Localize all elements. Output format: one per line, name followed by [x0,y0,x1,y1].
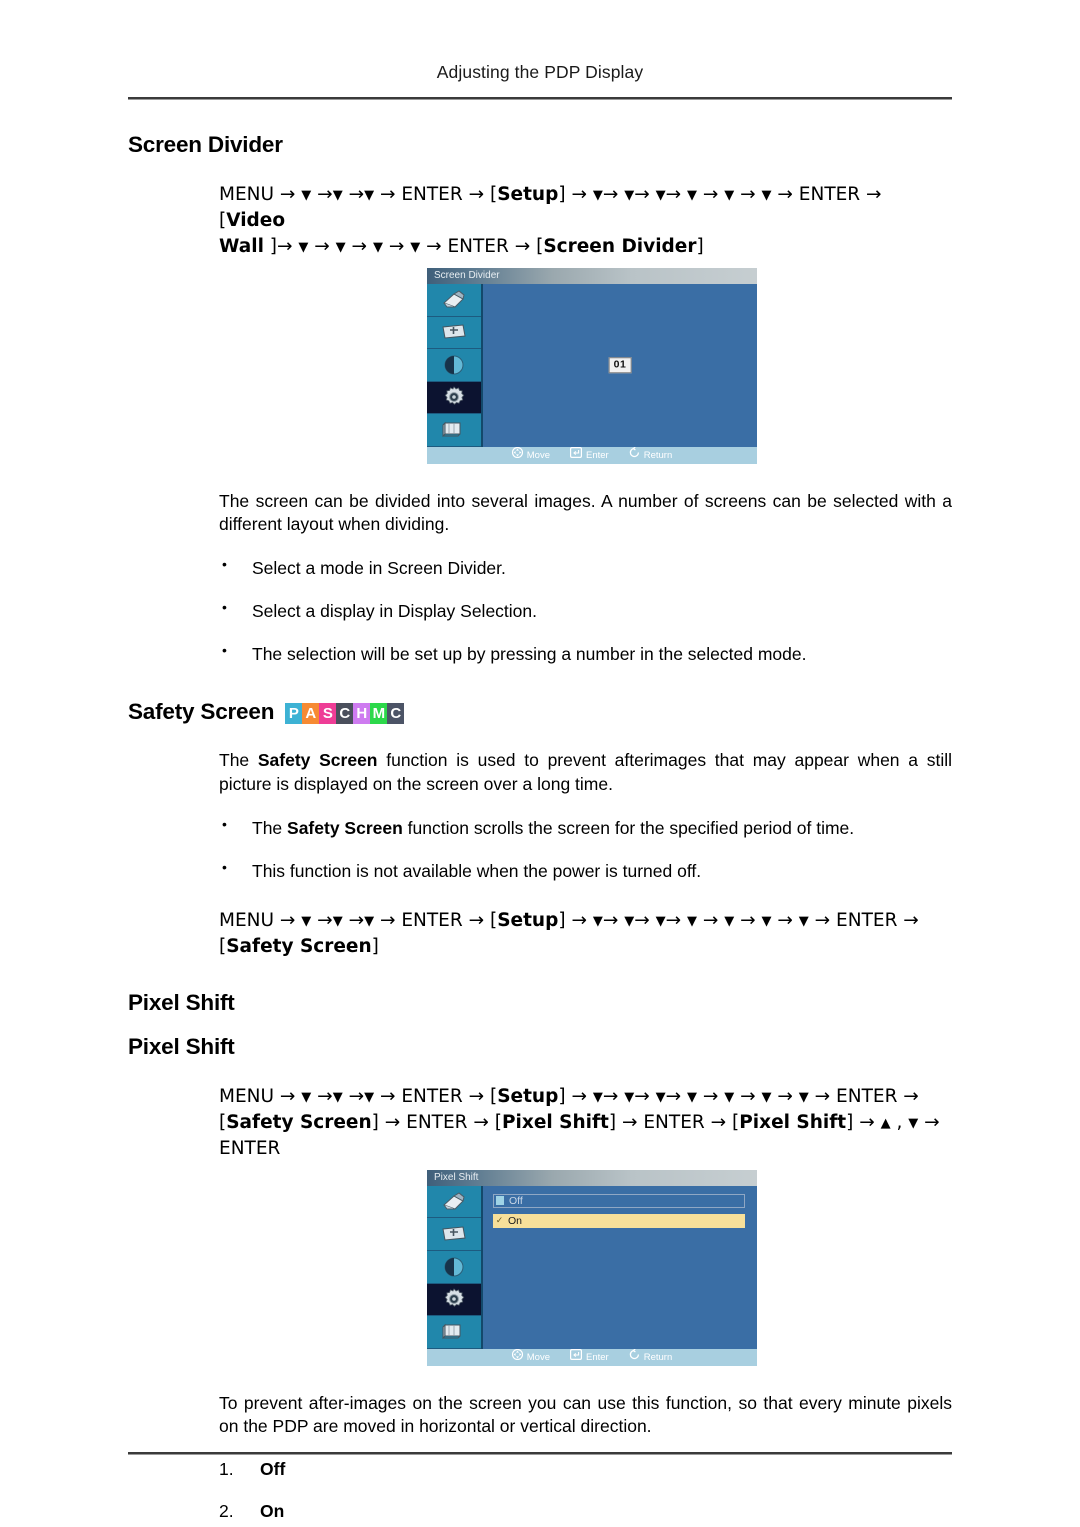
model-badges: P A S C H M C [285,702,405,724]
osd-screen-divider[interactable]: Screen Divider 01 Move Enter Return [427,267,757,464]
pixel-shift-numbered-list: 1. Off 2. On [219,1459,952,1522]
setup-gear-icon-glyph [444,386,465,406]
return-arrow-icon [629,446,640,464]
multi-display-icon[interactable] [427,1316,481,1349]
pixel-shift-option-on[interactable]: ✓ On [493,1213,745,1228]
option-box-icon [496,1196,504,1206]
osd-hint-enter: Enter [570,1348,609,1366]
osd-hint-return: Return [629,1348,673,1366]
setup-gear-icon[interactable] [427,381,481,415]
picture-icon-glyph [443,290,465,308]
document-page: Adjusting the PDP Display Screen Divider… [0,0,1080,1527]
contrast-icon-glyph [444,1257,464,1277]
osd-hint-move-label: Move [526,449,550,461]
pixel-shift-option-off[interactable]: Off [493,1193,745,1208]
osd-footer-hints: Move Enter Return [427,446,757,464]
list-item-number: 1. [219,1459,234,1480]
running-header: Adjusting the PDP Display [436,62,644,82]
setup-gear-icon-glyph [444,1288,465,1308]
list-item: This function is not available when the … [219,859,952,882]
enter-key-icon [570,1348,583,1366]
screen-divider-description-block: The screen can be divided into several i… [219,490,952,666]
osd-hint-move: Move [511,1348,550,1366]
list-item-label: On [260,1501,285,1522]
osd-footer-hints: Move Enter Return [427,1348,757,1366]
badge-h: H [353,702,371,724]
pixel-shift-paragraph: To prevent after-images on the screen yo… [219,1392,952,1437]
screen-adjust-icon[interactable] [427,1218,481,1251]
osd-hint-move: Move [511,446,550,464]
osd-pixel-shift[interactable]: Pixel Shift Off ✓ On Move Enter Return [427,1169,757,1366]
heading-pixel-shift-1: Pixel Shift [128,989,235,1015]
dpad-icon [511,446,523,464]
screen-adjust-icon-glyph [442,324,466,339]
dpad-icon [511,1348,523,1366]
safety-screen-block: The Safety Screen function is used to pr… [219,749,952,959]
osd-body: Off ✓ On [427,1185,757,1349]
list-item: Select a display in Display Selection. [219,599,952,622]
screen-adjust-icon-glyph [442,1226,466,1241]
footer-rule [128,1452,952,1455]
badge-c2: C [387,702,405,724]
safety-screen-bullet-list: The Safety Screen function scrolls the s… [219,816,952,882]
osd-hint-return-label: Return [643,449,673,461]
screen-adjust-icon[interactable] [427,316,481,350]
osd-title-bar: Screen Divider [427,267,757,284]
badge-c1: C [336,702,354,724]
multi-display-icon-glyph [442,1323,461,1340]
badge-m: M [370,702,388,724]
list-item: 2. On [219,1501,952,1522]
screen-divider-bullet-list: Select a mode in Screen Divider. Select … [219,556,952,665]
list-item-label: Off [260,1459,286,1480]
list-item: 1. Off [219,1459,952,1480]
picture-icon[interactable] [427,283,481,317]
multi-display-icon-glyph [442,421,461,438]
osd-title-bar: Pixel Shift [427,1169,757,1186]
picture-icon-glyph [443,1192,465,1210]
menu-path-safety-screen: MENU → ▼ →▼ →▼ → ENTER → [Setup] → ▼→ ▼→… [219,909,919,957]
contrast-icon[interactable] [427,1251,481,1284]
picture-icon[interactable] [427,1185,481,1219]
multi-display-icon[interactable] [427,414,481,447]
enter-key-icon [570,446,583,464]
osd-hint-move-label: Move [526,1351,550,1363]
badge-p: P [285,702,303,724]
list-item: Select a mode in Screen Divider. [219,556,952,579]
heading-pixel-shift-2: Pixel Shift [128,1033,235,1059]
osd-hint-return-label: Return [643,1351,673,1363]
safety-screen-paragraph: The Safety Screen function is used to pr… [219,750,952,794]
osd-hint-return: Return [629,446,673,464]
osd-content-area: Off ✓ On [483,1185,757,1349]
setup-gear-icon[interactable] [427,1283,481,1317]
osd-hint-enter-label: Enter [586,449,609,461]
osd-content-area: 01 [483,283,757,447]
return-arrow-icon [629,1348,640,1366]
menu-path-screen-divider: MENU → ▼ →▼ →▼ → ENTER → [Setup] → ▼→ ▼→… [219,184,882,257]
pixel-shift-description-block: To prevent after-images on the screen yo… [219,1392,952,1523]
badge-s: S [319,702,337,724]
osd-icon-rail [427,283,483,447]
screen-divider-menupath-block: MENU → ▼ →▼ →▼ → ENTER → [Setup] → ▼→ ▼→… [219,182,952,260]
contrast-icon[interactable] [427,349,481,382]
pixel-shift-option-on-label: On [508,1214,523,1227]
badge-a: A [302,702,320,724]
pixel-shift-option-off-label: Off [509,1194,523,1207]
heading-screen-divider: Screen Divider [128,132,283,157]
heading-safety-screen-label: Safety Screen [128,699,275,725]
heading-safety-screen: Safety Screen P A S C H M C [128,699,952,725]
screen-divider-paragraph: The screen can be divided into several i… [219,490,952,535]
list-item-number: 2. [219,1501,234,1522]
pixel-shift-option-list: Off ✓ On [483,1186,757,1228]
osd-hint-enter-label: Enter [586,1351,609,1363]
pixel-shift-menupath-block: MENU → ▼ →▼ →▼ → ENTER → [Setup] → ▼→ ▼→… [219,1084,952,1162]
osd-hint-enter: Enter [570,446,609,464]
menu-path-pixel-shift: MENU → ▼ →▼ →▼ → ENTER → [Setup] → ▼→ ▼→… [219,1085,940,1159]
contrast-icon-glyph [444,355,464,375]
osd-icon-rail [427,1185,483,1349]
screen-divider-number-chip[interactable]: 01 [608,357,632,374]
osd-body: 01 [427,283,757,447]
check-icon: ✓ [495,1215,504,1226]
list-item: The Safety Screen function scrolls the s… [219,816,952,839]
list-item: The selection will be set up by pressing… [219,642,952,665]
